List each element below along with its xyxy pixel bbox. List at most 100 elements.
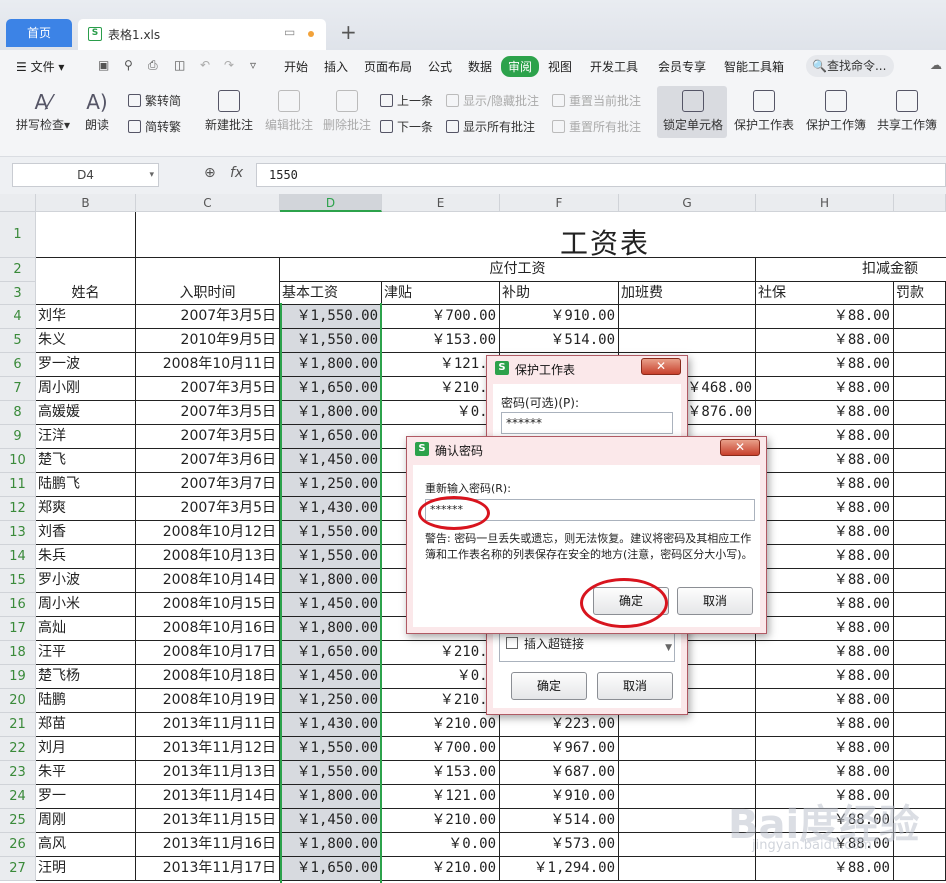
permissions-list[interactable]: 插入超链接 ▼ [499, 632, 675, 662]
spell-check-button[interactable]: A⁄ 拼写检查▾ [12, 90, 74, 133]
table-cell[interactable]: 刘香 [36, 521, 136, 545]
table-cell[interactable]: ￥88.00 [756, 425, 894, 449]
next-comment-button[interactable]: 下一条 [380, 118, 433, 135]
table-cell[interactable]: ￥88.00 [756, 665, 894, 689]
redo-icon[interactable]: ↷ [224, 58, 234, 72]
protect-cancel-button[interactable]: 取消 [597, 672, 673, 700]
table-cell[interactable] [894, 377, 946, 401]
table-cell[interactable]: 2013年11月12日 [136, 737, 280, 761]
protect-sheet-button[interactable]: 保护工作表 [732, 90, 796, 133]
table-cell[interactable] [894, 545, 946, 569]
table-cell[interactable]: 2007年3月5日 [136, 401, 280, 425]
table-cell[interactable]: ￥88.00 [756, 521, 894, 545]
column-header-f[interactable]: F [500, 194, 619, 212]
command-search[interactable]: 🔍查找命令... [806, 55, 894, 77]
cloud-icon[interactable]: ☁ [930, 58, 942, 72]
row-header-7[interactable]: 7 [0, 377, 36, 401]
chevron-down-icon[interactable]: ▾ [149, 164, 154, 186]
table-cell[interactable] [894, 737, 946, 761]
table-cell[interactable] [619, 713, 756, 737]
table-cell[interactable]: 陆鹏飞 [36, 473, 136, 497]
table-cell[interactable] [894, 761, 946, 785]
table-cell[interactable]: ￥88.00 [756, 713, 894, 737]
table-cell[interactable]: 楚飞杨 [36, 665, 136, 689]
table-cell[interactable]: 汪洋 [36, 425, 136, 449]
table-cell[interactable]: 2008年10月11日 [136, 353, 280, 377]
select-all-corner[interactable] [0, 194, 36, 212]
table-cell[interactable]: 刘华 [36, 305, 136, 329]
row-header-25[interactable]: 25 [0, 809, 36, 833]
table-cell[interactable]: 2008年10月15日 [136, 593, 280, 617]
table-cell[interactable]: ￥88.00 [756, 857, 894, 881]
table-cell[interactable]: ￥514.00 [500, 329, 619, 353]
table-cell[interactable] [894, 401, 946, 425]
lock-cell-button[interactable]: 锁定单元格 [660, 90, 726, 133]
table-cell[interactable]: 2008年10月16日 [136, 617, 280, 641]
row-header-22[interactable]: 22 [0, 737, 36, 761]
table-cell[interactable]: 朱义 [36, 329, 136, 353]
column-header-e[interactable]: E [382, 194, 500, 212]
table-cell[interactable]: 2007年3月5日 [136, 305, 280, 329]
table-cell[interactable]: 陆鹏 [36, 689, 136, 713]
table-cell[interactable]: 2010年9月5日 [136, 329, 280, 353]
show-all-comments-button[interactable]: 显示所有批注 [446, 118, 535, 135]
table-cell[interactable]: ￥210.00 [382, 857, 500, 881]
table-cell[interactable]: 2007年3月6日 [136, 449, 280, 473]
table-cell[interactable]: ￥88.00 [756, 497, 894, 521]
table-cell[interactable]: 2013年11月15日 [136, 809, 280, 833]
row-header-11[interactable]: 11 [0, 473, 36, 497]
row-header-9[interactable]: 9 [0, 425, 36, 449]
table-cell[interactable]: ￥88.00 [756, 305, 894, 329]
table-cell[interactable]: 罗一 [36, 785, 136, 809]
monitor-icon[interactable]: ▭ [284, 25, 295, 39]
scroll-down-icon[interactable]: ▼ [665, 643, 672, 653]
table-cell[interactable]: 2008年10月19日 [136, 689, 280, 713]
table-cell[interactable]: 楚飞 [36, 449, 136, 473]
table-cell[interactable]: ￥121.00 [382, 785, 500, 809]
table-cell[interactable] [894, 641, 946, 665]
row-header-1[interactable]: 1 [0, 212, 36, 258]
menu-item-formula[interactable]: 公式 [428, 58, 452, 75]
row-header-17[interactable]: 17 [0, 617, 36, 641]
table-cell[interactable]: ￥88.00 [756, 569, 894, 593]
table-cell[interactable]: ￥88.00 [756, 641, 894, 665]
row-header-15[interactable]: 15 [0, 569, 36, 593]
table-cell[interactable] [619, 305, 756, 329]
row-header-8[interactable]: 8 [0, 401, 36, 425]
table-cell[interactable] [619, 857, 756, 881]
share-workbook-button[interactable]: 共享工作簿 [874, 90, 940, 133]
table-cell[interactable]: 周小刚 [36, 377, 136, 401]
table-cell[interactable] [619, 761, 756, 785]
save-icon[interactable]: ▣ [98, 58, 109, 72]
table-cell[interactable]: ￥210.0 [382, 689, 500, 713]
table-cell[interactable]: 汪明 [36, 857, 136, 881]
table-cell[interactable]: 周刚 [36, 809, 136, 833]
hyperlink-checkbox[interactable] [506, 637, 518, 649]
protect-password-input[interactable]: ****** [501, 412, 673, 434]
table-cell[interactable]: ￥88.00 [756, 761, 894, 785]
trad-to-simp-button[interactable]: 繁转简 [128, 92, 181, 109]
table-cell[interactable]: ￥210.00 [382, 809, 500, 833]
table-cell[interactable] [894, 689, 946, 713]
table-cell[interactable]: 汪平 [36, 641, 136, 665]
table-cell[interactable]: 2007年3月5日 [136, 377, 280, 401]
function-icon[interactable]: fx [230, 165, 243, 181]
table-cell[interactable]: ￥0.00 [382, 833, 500, 857]
formula-input[interactable]: 1550 [256, 163, 946, 187]
table-cell[interactable] [894, 329, 946, 353]
table-cell[interactable]: ￥910.00 [500, 785, 619, 809]
row-header-2[interactable]: 2 [0, 258, 36, 282]
tab-file[interactable]: S 表格1.xls ▭ [78, 19, 326, 50]
table-cell[interactable]: ￥0.0 [382, 665, 500, 689]
tab-home[interactable]: 首页 [6, 19, 72, 47]
reset-current-comment-button[interactable]: 重置当前批注 [552, 92, 641, 109]
row-header-4[interactable]: 4 [0, 305, 36, 329]
table-cell[interactable]: ￥1,294.00 [500, 857, 619, 881]
table-cell[interactable] [894, 569, 946, 593]
delete-comment-button[interactable]: 删除批注 [320, 90, 374, 133]
table-cell[interactable]: ￥88.00 [756, 449, 894, 473]
table-cell[interactable]: 2008年10月12日 [136, 521, 280, 545]
table-cell[interactable]: ￥88.00 [756, 737, 894, 761]
table-cell[interactable] [894, 497, 946, 521]
row-header-10[interactable]: 10 [0, 449, 36, 473]
